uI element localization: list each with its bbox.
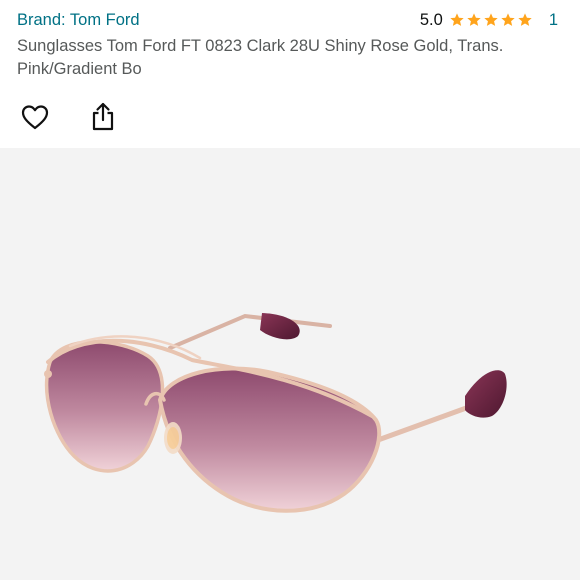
star-icon <box>484 13 498 26</box>
star-icon <box>501 13 515 26</box>
star-rating <box>449 12 533 28</box>
share-button[interactable] <box>86 100 120 134</box>
rating-count[interactable]: 1 <box>549 9 558 31</box>
sunglasses-illustration <box>44 313 507 513</box>
product-image[interactable] <box>0 148 580 580</box>
wishlist-button[interactable] <box>18 100 52 134</box>
rating-value: 5.0 <box>419 11 443 29</box>
product-title: Sunglasses Tom Ford FT 0823 Clark 28U Sh… <box>17 37 504 78</box>
heart-icon <box>21 105 49 130</box>
star-icon <box>518 13 532 26</box>
rating-summary[interactable]: 5.0 1 <box>420 9 558 31</box>
share-icon <box>92 102 114 131</box>
product-header: Brand: Tom Ford 5.0 1 Sunglasses Tom For… <box>0 0 580 140</box>
star-icon <box>467 13 481 26</box>
brand-link[interactable]: Brand: Tom Ford <box>17 9 140 31</box>
star-icon <box>450 13 464 26</box>
